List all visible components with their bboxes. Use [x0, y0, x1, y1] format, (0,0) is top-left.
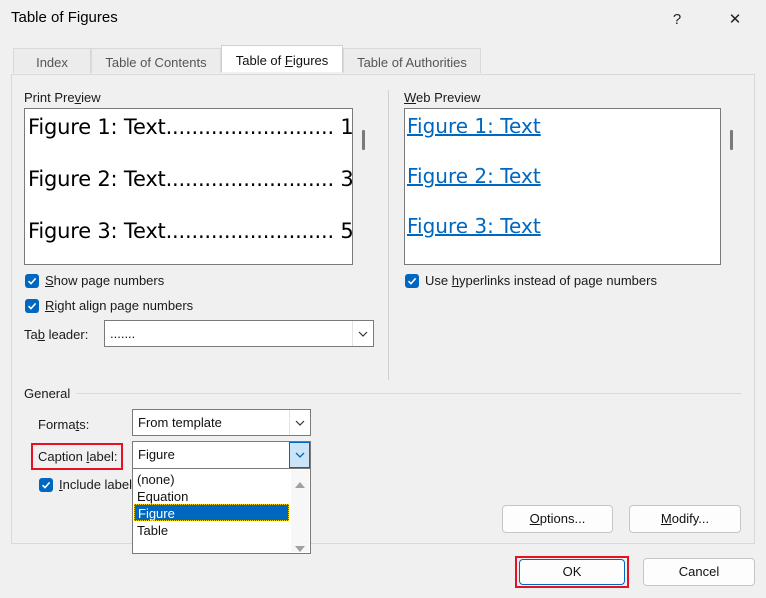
- chevron-down-icon[interactable]: [352, 321, 373, 346]
- scroll-up-icon[interactable]: [295, 476, 305, 491]
- modify-button[interactable]: Modify...: [629, 505, 741, 533]
- formats-select[interactable]: From template: [132, 409, 311, 436]
- general-heading: General: [24, 386, 71, 401]
- print-preview-heading: Print Preview: [24, 90, 101, 105]
- print-preview-box[interactable]: Figure 1: Text..........................…: [24, 108, 354, 265]
- vertical-divider: [388, 90, 389, 380]
- print-preview-scrollbar[interactable]: [355, 108, 373, 265]
- dropdown-option[interactable]: (none): [134, 471, 289, 488]
- include-label-label: Include label: [59, 477, 133, 492]
- caption-label-select[interactable]: Figure: [132, 441, 311, 469]
- chevron-down-icon[interactable]: [289, 442, 310, 468]
- right-align-checkbox[interactable]: [25, 298, 39, 313]
- tab-leader-select[interactable]: .......: [104, 320, 374, 347]
- print-preview-line: Figure 3: Text..........................…: [28, 219, 354, 243]
- dropdown-option[interactable]: Table: [134, 522, 289, 539]
- dropdown-scrollbar[interactable]: [291, 470, 309, 552]
- use-hyperlinks-label: Use hyperlinks instead of page numbers: [425, 273, 657, 288]
- close-icon: ✕: [728, 11, 742, 28]
- tab-leader-value: .......: [110, 326, 136, 341]
- close-button[interactable]: ✕: [720, 4, 750, 34]
- use-hyperlinks-option[interactable]: Use hyperlinks instead of page numbers: [405, 273, 657, 288]
- dialog-title: Table of Figures: [11, 9, 118, 26]
- tab-index[interactable]: Index: [13, 48, 91, 73]
- help-button[interactable]: ?: [662, 4, 692, 34]
- right-align-label: Right align page numbers: [45, 298, 194, 313]
- include-label-checkbox[interactable]: [39, 477, 53, 492]
- print-preview-line: Figure 2: Text..........................…: [28, 167, 354, 191]
- help-icon: ?: [672, 10, 682, 28]
- tab-table-of-authorities[interactable]: Table of Authorities: [343, 48, 481, 73]
- tab-table-of-figures[interactable]: Table of Figures: [221, 45, 343, 72]
- caption-label-label: Caption label:: [38, 449, 118, 464]
- print-preview-line: Figure 1: Text..........................…: [28, 115, 354, 139]
- formats-label: Formats:: [38, 417, 90, 432]
- formats-value: From template: [138, 415, 222, 430]
- scroll-down-icon[interactable]: [295, 540, 305, 555]
- right-align-option[interactable]: Right align page numbers: [25, 298, 193, 313]
- dropdown-option[interactable]: Equation: [134, 488, 289, 505]
- scroll-thumb[interactable]: [362, 130, 365, 150]
- web-preview-link[interactable]: Figure 3: Text: [407, 214, 541, 238]
- scroll-thumb[interactable]: [730, 130, 733, 150]
- ok-button[interactable]: OK: [519, 559, 625, 585]
- tab-table-of-contents[interactable]: Table of Contents: [91, 48, 221, 73]
- include-label-option[interactable]: Include label: [39, 477, 132, 492]
- show-page-numbers-option[interactable]: Show page numbers: [25, 273, 164, 288]
- use-hyperlinks-checkbox[interactable]: [405, 273, 419, 288]
- cancel-button[interactable]: Cancel: [643, 558, 755, 586]
- web-preview-scrollbar[interactable]: [723, 108, 741, 265]
- dropdown-option-selected[interactable]: Figure: [134, 504, 289, 521]
- show-page-numbers-label: Show page numbers: [45, 273, 165, 288]
- web-preview-link[interactable]: Figure 2: Text: [407, 164, 541, 188]
- caption-label-dropdown-list[interactable]: (none) Equation Figure Table: [132, 468, 311, 554]
- web-preview-link[interactable]: Figure 1: Text: [407, 114, 541, 138]
- options-button[interactable]: Options...: [502, 505, 613, 533]
- show-page-numbers-checkbox[interactable]: [25, 273, 39, 288]
- general-divider: [76, 393, 741, 394]
- web-preview-box[interactable]: Figure 1: Text Figure 2: Text Figure 3: …: [404, 108, 721, 265]
- chevron-down-icon[interactable]: [289, 410, 310, 435]
- tab-leader-label: Tab leader:: [24, 327, 89, 342]
- caption-label-value: Figure: [138, 447, 175, 462]
- web-preview-heading: Web Preview: [404, 90, 481, 105]
